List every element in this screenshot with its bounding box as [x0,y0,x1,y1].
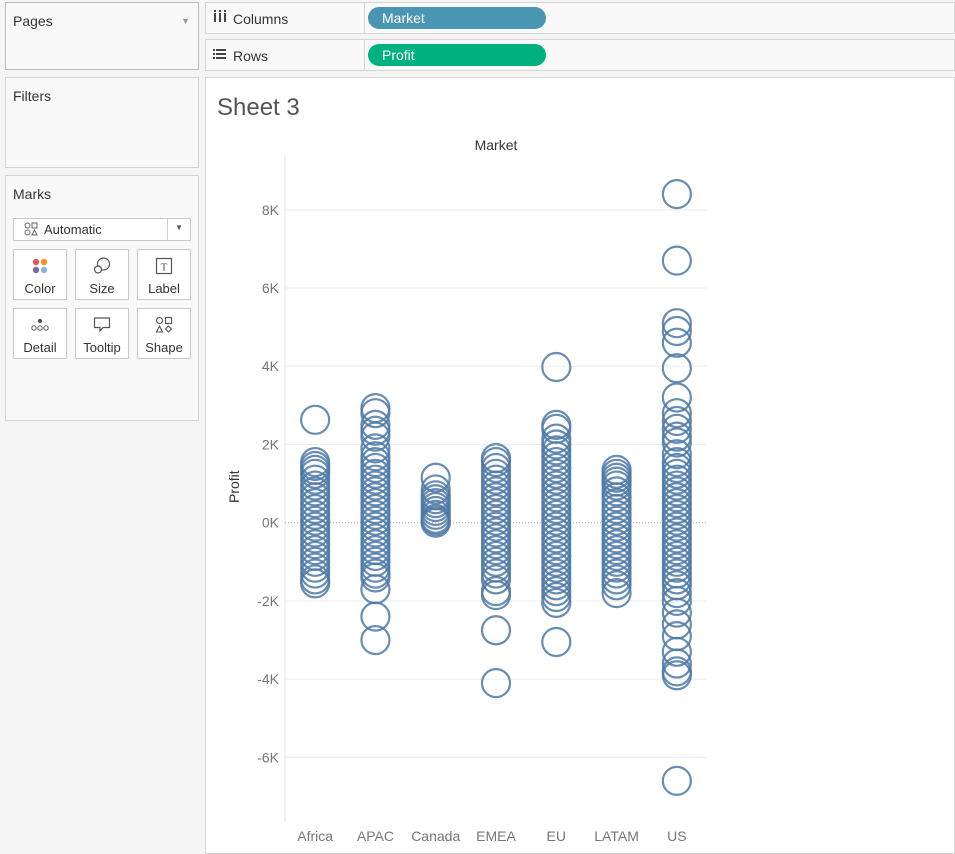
shelf-divider [364,3,365,33]
data-point [360,574,391,605]
automatic-mark-icon [24,222,38,239]
mark-type-dropdown[interactable]: Automatic ▼ [13,218,191,241]
size-icon [76,256,128,276]
y-tick-label: 8K [262,202,280,218]
color-button[interactable]: Color [13,249,67,300]
x-category-label: LATAM [594,828,639,844]
tooltip-button-label: Tooltip [83,340,121,355]
pages-card[interactable]: Pages ▼ [5,2,199,70]
x-category-label: APAC [357,828,394,844]
label-button-label: Label [148,281,180,296]
y-tick-label: -4K [257,671,279,687]
shape-icon [138,315,190,335]
pages-dropdown-caret-icon[interactable]: ▼ [181,16,190,26]
columns-icon [213,10,227,27]
detail-button-label: Detail [23,340,57,355]
tooltip-icon [76,315,128,335]
data-point [661,353,692,384]
x-category-label: US [667,828,686,844]
filters-title: Filters [13,88,52,104]
filters-card[interactable]: Filters [5,77,199,168]
y-tick-label: 6K [262,280,280,296]
x-category-label: EMEA [476,828,516,844]
data-point [661,245,692,276]
y-tick-label: 4K [262,358,280,374]
column-header: Market [475,137,518,153]
label-button[interactable]: T Label [137,249,191,300]
data-point [661,327,692,358]
profit-pill[interactable]: Profit [368,44,546,66]
svg-text:T: T [161,262,168,274]
color-icon [14,256,66,276]
rows-shelf-label: Rows [233,48,269,64]
data-point [661,648,692,679]
detail-icon [14,315,66,335]
label-icon: T [138,256,190,276]
tooltip-button[interactable]: Tooltip [75,308,129,359]
x-category-label: EU [547,828,566,844]
marks-title: Marks [13,186,52,202]
detail-button[interactable]: Detail [13,308,67,359]
data-point [661,765,692,796]
mark-type-value: Automatic [44,222,102,237]
data-point [661,179,692,210]
marks-card: Marks Automatic ▼ Color Size T Label Det… [5,175,199,421]
y-tick-label: -2K [257,593,279,609]
shape-button-label: Shape [145,340,183,355]
shelf-divider [364,40,365,70]
data-point [541,626,572,658]
size-button-label: Size [89,281,115,296]
size-button[interactable]: Size [75,249,129,300]
dropdown-divider [167,219,168,240]
y-tick-label: 0K [262,515,280,531]
data-point [661,315,692,347]
data-point [360,415,391,446]
y-axis-title: Profit [226,470,242,503]
market-pill[interactable]: Market [368,7,546,29]
columns-shelf-label: Columns [233,11,289,27]
shape-button[interactable]: Shape [137,308,191,359]
x-category-label: Canada [411,828,460,844]
rows-icon [213,47,227,64]
scatter-chart[interactable]: 8K 6K 4K 2K 0K -2K -4K -6K Market Profit Africa APA… [206,78,954,853]
y-tick-label: -6K [257,749,279,765]
rows-shelf[interactable]: Rows Profit [205,39,955,71]
data-point [300,404,331,435]
data-point [541,351,572,383]
chevron-down-icon[interactable]: ▼ [175,223,183,232]
data-point [480,667,512,699]
worksheet-view[interactable]: Sheet 3 8K 6K 4K 2K 0K -2K -4K -6K Market Profit A… [205,77,955,854]
columns-shelf[interactable]: Columns Market [205,2,955,34]
data-point [480,615,512,646]
x-category-label: Africa [297,828,333,844]
y-tick-label: 2K [262,436,280,452]
data-point [420,462,451,493]
color-button-label: Color [24,281,56,296]
pages-title: Pages [13,13,53,29]
